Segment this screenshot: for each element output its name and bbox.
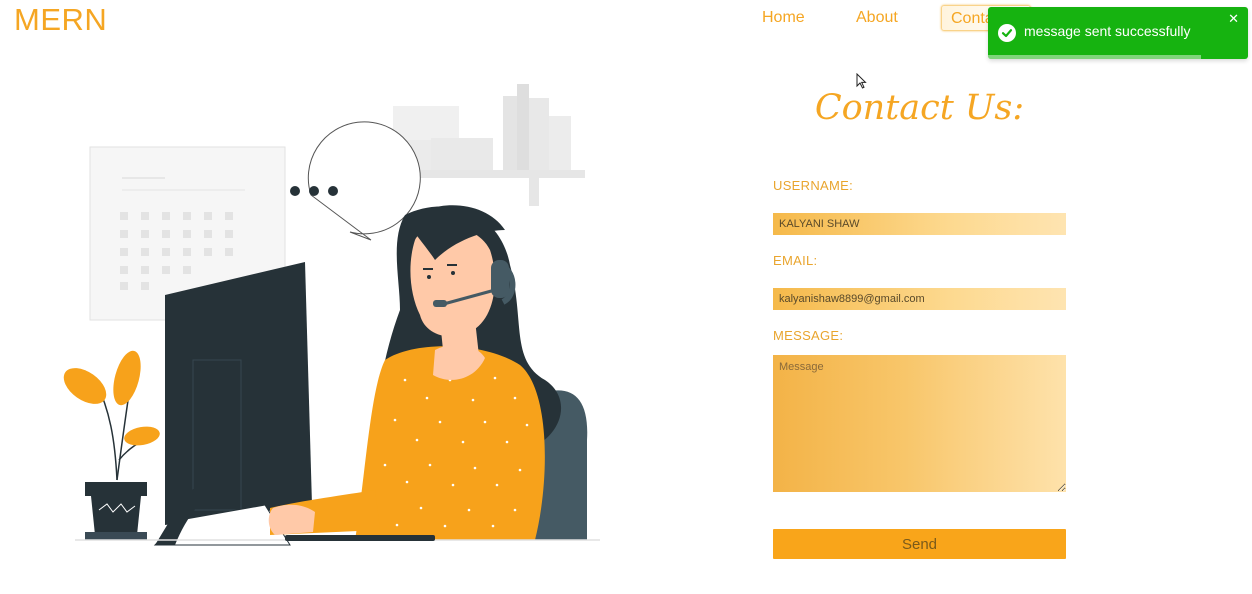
contact-title: Contact Us: xyxy=(814,88,1025,128)
toast-progress-bar xyxy=(988,55,1202,59)
nav-home-link[interactable]: Home xyxy=(762,5,822,31)
message-label: MESSAGE: xyxy=(773,328,844,343)
contact-page: MERN Home About Contact message sent suc… xyxy=(0,0,1252,594)
send-button[interactable]: Send xyxy=(773,529,1066,559)
check-circle-icon xyxy=(998,24,1016,42)
mouse-cursor-icon xyxy=(856,73,867,89)
support-agent-illustration xyxy=(63,84,600,546)
toast-message: message sent successfully xyxy=(1024,23,1191,39)
username-input[interactable] xyxy=(773,213,1066,235)
success-toast[interactable]: message sent successfully ✕ xyxy=(988,7,1248,59)
toast-close-icon[interactable]: ✕ xyxy=(1228,12,1239,27)
email-input[interactable] xyxy=(773,288,1066,310)
username-label: USERNAME: xyxy=(773,178,853,193)
message-textarea[interactable] xyxy=(773,355,1066,492)
nav-about-link[interactable]: About xyxy=(856,5,916,31)
email-label: EMAIL: xyxy=(773,253,818,268)
logo[interactable]: MERN xyxy=(14,2,107,38)
